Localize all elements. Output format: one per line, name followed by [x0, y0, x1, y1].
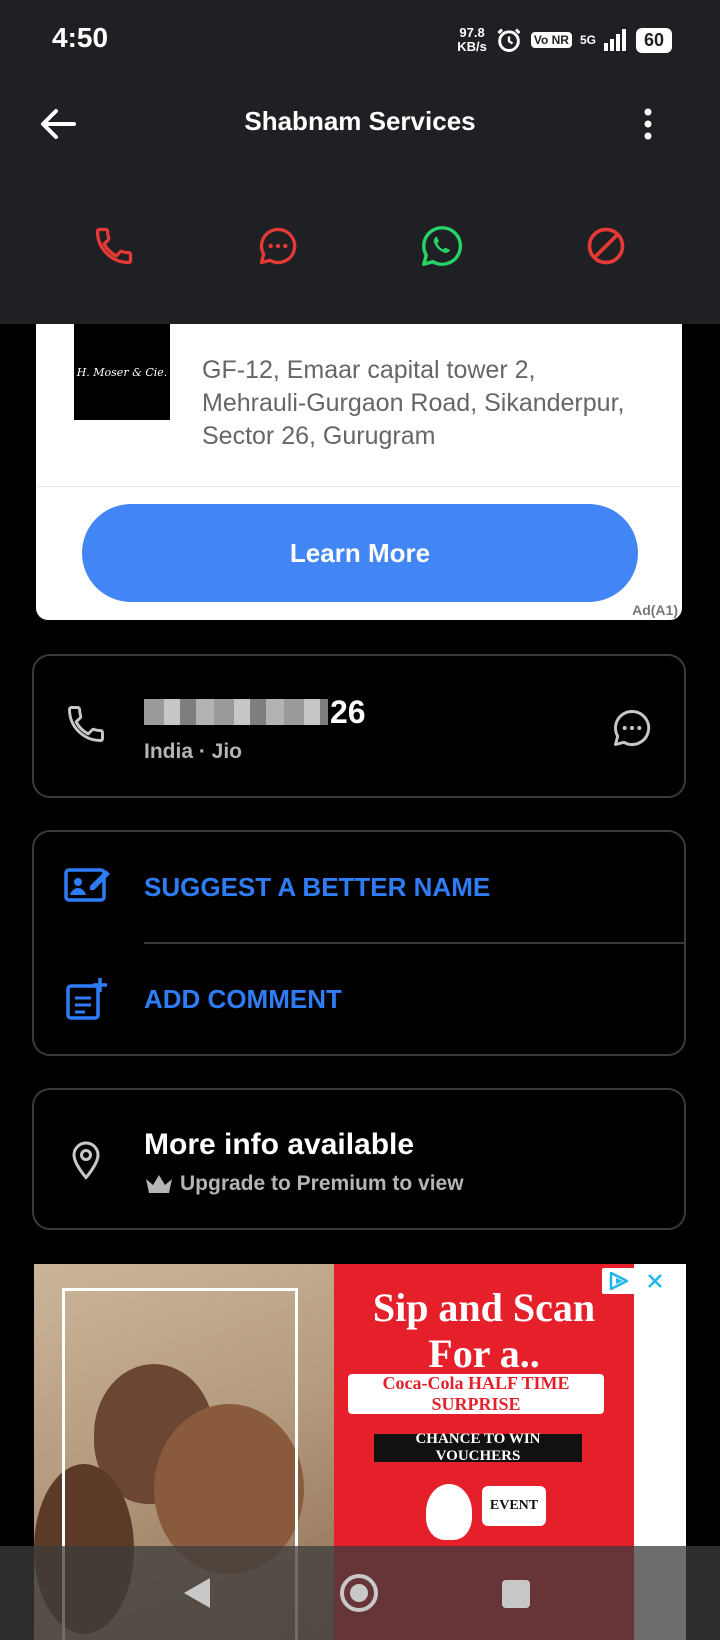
- message-icon[interactable]: [610, 706, 654, 750]
- add-comment-label: ADD COMMENT: [144, 984, 342, 1014]
- app-header: Shabnam Services: [0, 80, 720, 324]
- contact-action-row: [0, 204, 720, 288]
- volte-badge: Vo NR: [530, 32, 572, 48]
- premium-info-card[interactable]: More info available Upgrade to Premium t…: [32, 1088, 686, 1230]
- ad-address: GF-12, Emaar capital tower 2, Mehrauli-G…: [202, 356, 625, 450]
- message-button[interactable]: [236, 204, 320, 288]
- banner-headline-1: Sip and Scan: [372, 1285, 596, 1330]
- ad-label: Ad(A1): [632, 602, 678, 618]
- suggest-name-label: SUGGEST A BETTER NAME: [144, 872, 491, 902]
- microphone-icon: [426, 1484, 472, 1540]
- sponsored-ad-card: H. Moser & Cie. GF-12, Emaar capital tow…: [36, 324, 682, 620]
- edit-name-icon: [64, 868, 110, 902]
- ad-divider: [36, 486, 682, 487]
- ad-close-button[interactable]: [640, 1268, 670, 1294]
- phone-number-suffix: 26: [330, 693, 366, 730]
- system-navigation-bar: [0, 1546, 720, 1640]
- add-comment-button[interactable]: ADD COMMENT: [34, 944, 684, 1054]
- banner-sub-promo: CHANCE TO WIN VOUCHERS: [374, 1431, 582, 1464]
- learn-more-button[interactable]: Learn More: [82, 504, 638, 602]
- close-icon: [648, 1274, 662, 1288]
- nav-home-icon[interactable]: [338, 1572, 380, 1614]
- phone-icon: [68, 706, 104, 742]
- arrow-left-icon: [41, 109, 76, 139]
- premium-upgrade-hint: Upgrade to Premium to view: [144, 1172, 464, 1196]
- info-title: More info available: [144, 1128, 415, 1161]
- message-icon: [259, 227, 297, 265]
- whatsapp-icon: [422, 226, 463, 266]
- more-vertical-icon: [644, 108, 652, 140]
- status-icons: 97.8 KB/s Vo NR 5G 60: [457, 22, 672, 58]
- nav-back-icon[interactable]: [182, 1576, 212, 1610]
- network-speed: 97.8 KB/s: [457, 25, 487, 54]
- more-options-button[interactable]: [626, 102, 670, 146]
- adchoices-icon: [609, 1271, 629, 1291]
- contact-actions-card: SUGGEST A BETTER NAME ADD COMMENT: [32, 830, 686, 1056]
- adchoices-button[interactable]: [602, 1268, 636, 1294]
- location-pin-icon: [72, 1141, 100, 1180]
- status-bar: 4:50 97.8 KB/s Vo NR 5G 60: [0, 0, 720, 80]
- nav-recents-icon[interactable]: [502, 1580, 530, 1608]
- signal-icon: [603, 29, 626, 51]
- network-type: 5G: [579, 33, 596, 47]
- page-title: Shabnam Services: [244, 106, 476, 136]
- call-button[interactable]: [72, 204, 156, 288]
- info-subtitle: Upgrade to Premium to view: [180, 1172, 464, 1195]
- block-icon: [587, 227, 625, 265]
- crown-icon: [146, 1175, 172, 1193]
- suggest-name-button[interactable]: SUGGEST A BETTER NAME: [34, 832, 684, 942]
- whatsapp-button[interactable]: [400, 204, 484, 288]
- advertiser-logo: H. Moser & Cie.: [74, 324, 170, 420]
- battery-indicator: 60: [635, 27, 672, 53]
- back-button[interactable]: [36, 102, 80, 146]
- add-comment-icon: [66, 978, 107, 1020]
- alarm-icon: [497, 28, 521, 52]
- number-location-carrier: India · Jio: [144, 740, 243, 763]
- block-button[interactable]: [564, 204, 648, 288]
- phone-number-card[interactable]: 26 India · Jio: [32, 654, 686, 798]
- phone-icon: [95, 227, 133, 265]
- phone-number: 26: [144, 694, 366, 730]
- banner-headline-2: For a..: [428, 1331, 540, 1376]
- status-time: 4:50: [52, 22, 109, 53]
- event-badge: EVENT: [482, 1486, 546, 1526]
- redacted-number-blur: [144, 699, 328, 725]
- banner-promo: Coca-Cola HALF TIME SURPRISE: [348, 1373, 604, 1414]
